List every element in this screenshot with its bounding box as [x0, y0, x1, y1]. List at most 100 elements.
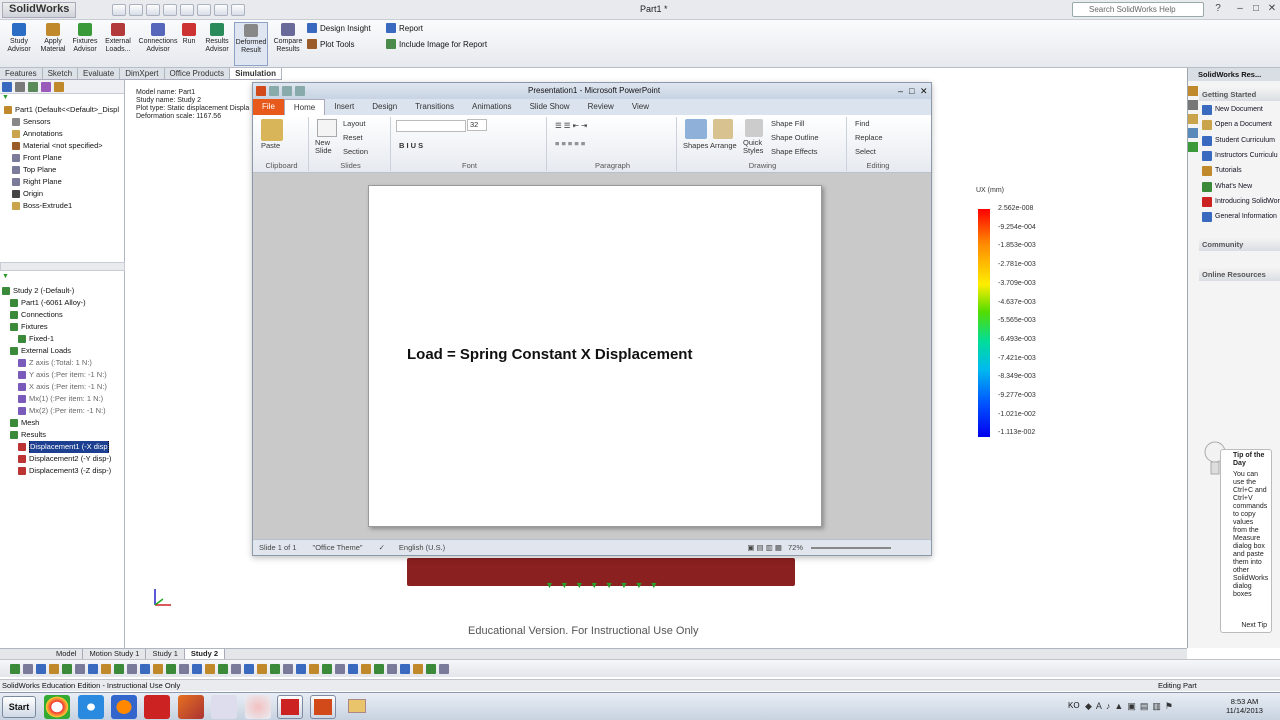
toolbar-icon[interactable]: [244, 663, 254, 674]
solidworks-logo[interactable]: SolidWorks: [2, 2, 77, 18]
shapes-button[interactable]: Shapes: [683, 139, 708, 153]
toolbar-icon[interactable]: [49, 663, 59, 674]
font-size-select[interactable]: 32: [467, 119, 487, 131]
redo-icon[interactable]: [295, 86, 305, 96]
resource-link[interactable]: General Information: [1202, 210, 1277, 224]
explorer-icon[interactable]: [344, 695, 370, 719]
toolbar-icon[interactable]: [140, 663, 150, 674]
toolbar-icon[interactable]: [205, 663, 215, 674]
toolbar-icon[interactable]: [192, 663, 202, 674]
file-explorer-icon[interactable]: [1188, 114, 1198, 124]
toolbar-icon[interactable]: [23, 663, 33, 674]
minimize-icon[interactable]: –: [898, 83, 903, 99]
powerpoint-taskbar-icon[interactable]: [310, 695, 336, 719]
study-filter-icon[interactable]: ▼: [0, 273, 125, 283]
toolbar-icon[interactable]: [101, 663, 111, 674]
save-icon[interactable]: [146, 4, 160, 16]
help-icon[interactable]: ?: [1212, 3, 1224, 15]
toolbar-icon[interactable]: [335, 663, 345, 674]
zoom-level[interactable]: 72%: [788, 543, 803, 552]
toolbar-icon[interactable]: [36, 663, 46, 674]
community-header[interactable]: Community: [1199, 238, 1280, 251]
resource-link[interactable]: Open a Document: [1202, 118, 1272, 132]
resource-link[interactable]: Tutorials: [1202, 164, 1242, 178]
minimize-icon[interactable]: –: [1234, 3, 1246, 15]
solidworks-active-icon[interactable]: [277, 695, 303, 719]
view-palette-icon[interactable]: [1188, 128, 1198, 138]
external-loads-button[interactable]: External Loads...: [101, 22, 135, 66]
maximize-icon[interactable]: □: [1250, 3, 1262, 15]
shape-effects-button[interactable]: Shape Effects: [771, 145, 818, 159]
study-tree-item[interactable]: Fixtures: [0, 321, 125, 333]
select-icon[interactable]: [197, 4, 211, 16]
paste-icon[interactable]: [261, 119, 283, 141]
toolbar-icon[interactable]: [75, 663, 85, 674]
ie-icon[interactable]: [78, 695, 104, 719]
toolbar-icon[interactable]: [439, 663, 449, 674]
display-icon[interactable]: [54, 81, 64, 92]
toolbar-icon[interactable]: [153, 663, 163, 674]
tab-study-1[interactable]: Study 1: [146, 649, 185, 659]
tree-item[interactable]: Front Plane: [0, 152, 124, 164]
toolbar-icon[interactable]: [348, 663, 358, 674]
filter-icon[interactable]: ▼: [0, 94, 124, 104]
font-name-select[interactable]: [396, 120, 466, 132]
plot-tools-button[interactable]: Plot Tools: [307, 39, 355, 49]
arrange-button[interactable]: Arrange: [710, 139, 737, 153]
scrollbar[interactable]: [0, 262, 125, 271]
tab-model[interactable]: Model: [50, 649, 84, 659]
save-icon[interactable]: [269, 86, 279, 96]
tab-file[interactable]: File: [253, 99, 284, 115]
appearances-icon[interactable]: [1188, 142, 1198, 152]
resource-link[interactable]: Introducing SolidWork: [1202, 195, 1280, 209]
resource-link[interactable]: Student Curriculum: [1202, 134, 1275, 148]
study-tree-item[interactable]: Y axis (:Per item: -1 N:): [0, 369, 125, 381]
toolbar-icon[interactable]: [400, 663, 410, 674]
view-buttons[interactable]: ▣ ▤ ▥ ▦: [747, 543, 782, 552]
getting-started-header[interactable]: Getting Started: [1199, 88, 1280, 101]
chrome-icon[interactable]: [44, 695, 70, 719]
firefox-icon[interactable]: [111, 695, 137, 719]
tab-slide-show[interactable]: Slide Show: [521, 99, 579, 115]
tree-item[interactable]: Sensors: [0, 116, 124, 128]
toolbar-icon[interactable]: [270, 663, 280, 674]
study-tree-item[interactable]: Study 2 (-Default-): [0, 285, 125, 297]
solidworks-taskbar-icon[interactable]: [144, 695, 170, 719]
toolbar-icon[interactable]: [257, 663, 267, 674]
study-tree-item[interactable]: Results: [0, 429, 125, 441]
toolbar-icon[interactable]: [218, 663, 228, 674]
reset-button[interactable]: Reset: [343, 131, 363, 145]
help-search-input[interactable]: Search SolidWorks Help: [1072, 2, 1204, 17]
slide-workspace[interactable]: Load = Spring Constant X Displacement: [253, 173, 931, 539]
next-tip-link[interactable]: Next Tip: [1241, 622, 1267, 630]
shapes-icon[interactable]: [685, 119, 707, 139]
tab-animations[interactable]: Animations: [463, 99, 521, 115]
undo-icon[interactable]: [180, 4, 194, 16]
slide-text-box[interactable]: Load = Spring Constant X Displacement: [407, 346, 692, 363]
spellcheck-icon[interactable]: ✓: [379, 543, 385, 552]
select-button[interactable]: Select: [855, 145, 876, 159]
toolbar-icon[interactable]: [88, 663, 98, 674]
results-advisor-button[interactable]: Results Advisor: [200, 22, 234, 66]
compare-results-button[interactable]: Compare Results: [271, 22, 305, 66]
tab-motion-study-1[interactable]: Motion Study 1: [83, 649, 147, 659]
resource-link[interactable]: New Document: [1202, 103, 1263, 117]
zoom-slider[interactable]: [811, 546, 891, 549]
close-icon[interactable]: ✕: [1266, 3, 1278, 15]
app-icon-2[interactable]: [245, 695, 271, 719]
layout-button[interactable]: Layout: [343, 117, 366, 131]
tree-item[interactable]: Top Plane: [0, 164, 124, 176]
tab-transitions[interactable]: Transitions: [406, 99, 463, 115]
align-buttons[interactable]: ≡ ≡ ≡ ≡ ≡: [555, 137, 585, 151]
tree-item[interactable]: Boss-Extrude1: [0, 200, 124, 212]
arrange-icon[interactable]: [713, 119, 733, 139]
tab-insert[interactable]: Insert: [325, 99, 363, 115]
options-icon[interactable]: [231, 4, 245, 16]
close-icon[interactable]: ✕: [920, 83, 928, 99]
report-button[interactable]: Report: [386, 23, 423, 33]
undo-icon[interactable]: [282, 86, 292, 96]
include-image-button[interactable]: Include Image for Report: [386, 39, 487, 49]
toolbar-icon[interactable]: [114, 663, 124, 674]
paste-button[interactable]: Paste: [261, 139, 280, 153]
toolbar-icon[interactable]: [309, 663, 319, 674]
